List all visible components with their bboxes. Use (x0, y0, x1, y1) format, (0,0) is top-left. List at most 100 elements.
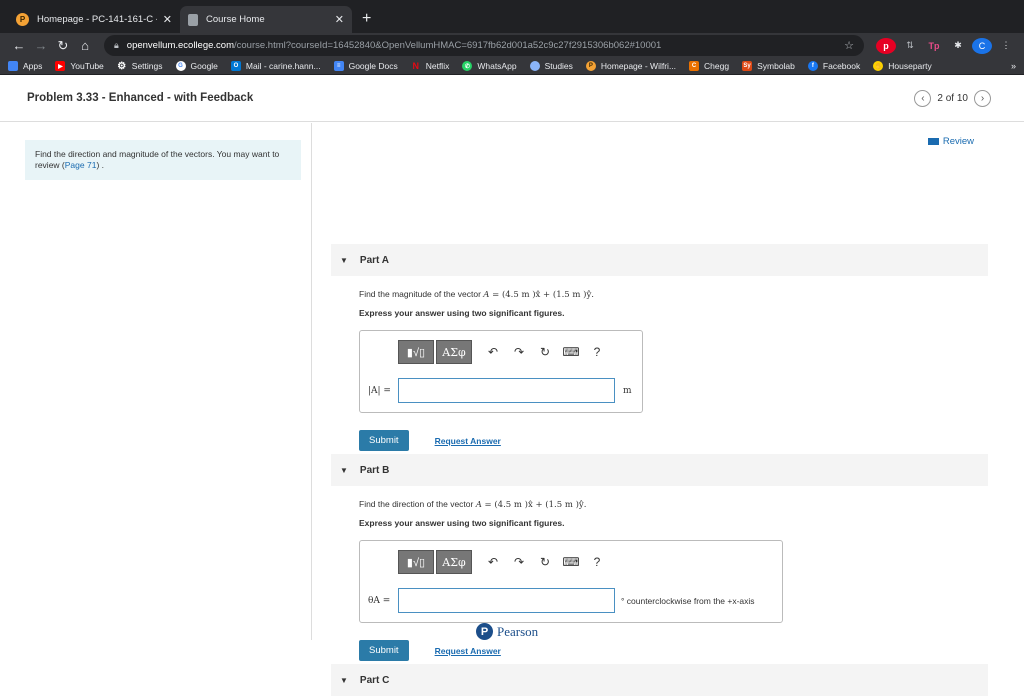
help-icon[interactable]: ? (584, 345, 610, 359)
houseparty-icon: ✋ (873, 61, 884, 71)
unit-label: m (623, 385, 632, 396)
next-problem-icon[interactable]: › (974, 89, 991, 107)
url-host: openvellum.ecollege.com (126, 40, 234, 51)
help-icon[interactable]: ? (584, 555, 610, 569)
part-b-instruction: Express your answer using two significan… (359, 518, 565, 528)
tab-title: Course Home (206, 14, 265, 25)
google-icon: G (175, 61, 186, 71)
pearson-logo: P Pearson (476, 623, 538, 640)
bookmark-facebook[interactable]: f Facebook (807, 61, 860, 71)
pinterest-extension-icon[interactable]: p (876, 37, 896, 54)
reset-icon[interactable]: ↻ (532, 345, 558, 359)
menu-kebab-icon[interactable]: ⋮ (996, 38, 1016, 54)
review-link[interactable]: Review (927, 136, 974, 147)
tab-homepage[interactable]: P Homepage - PC-141-161-C - M ✕ (8, 6, 180, 33)
previous-problem-icon[interactable]: ‹ (914, 89, 932, 107)
request-answer-link[interactable]: Request Answer (435, 646, 501, 656)
profile-avatar[interactable]: C (972, 37, 992, 54)
globe-icon (529, 61, 540, 71)
youtube-icon: ▶ (55, 61, 66, 71)
greek-symbols-button[interactable]: ΑΣφ (436, 550, 472, 574)
puzzle-extensions-icon[interactable]: ✱ (948, 38, 968, 54)
forward-icon[interactable]: → (30, 38, 52, 53)
url-bar[interactable]: 🔒︎ openvellum.ecollege.com /course.html?… (104, 35, 864, 56)
bookmark-whatsapp[interactable]: ✆ WhatsApp (462, 61, 517, 71)
part-b-answer-panel: ▮√▯ ΑΣφ ↶ ↷ ↻ ⌨ ? θA = ° counterclockwis… (359, 540, 783, 623)
request-answer-link[interactable]: Request Answer (435, 436, 501, 446)
bookmarks-overflow-icon[interactable]: » (1011, 61, 1016, 71)
bookmark-apps[interactable]: Apps (8, 61, 42, 71)
home-icon[interactable]: ⌂ (74, 38, 96, 53)
close-tab-icon[interactable]: ✕ (335, 13, 344, 26)
bookmark-studies[interactable]: Studies (529, 61, 573, 71)
close-tab-icon[interactable]: ✕ (163, 13, 172, 26)
pearson-icon: P (585, 61, 596, 71)
tab-course-home[interactable]: Course Home ✕ (180, 6, 352, 33)
url-path: /course.html?courseId=16452840&OpenVellu… (234, 40, 662, 51)
bookmark-houseparty[interactable]: ✋ Houseparty (873, 61, 932, 71)
new-tab-icon[interactable]: + (352, 10, 381, 33)
mastering-page: Problem 3.33 - Enhanced - with Feedback … (0, 75, 1024, 696)
bookmark-star-icon[interactable]: ☆ (844, 39, 854, 52)
google-docs-icon: ≡ (333, 61, 344, 71)
math-toolbar: ▮√▯ ΑΣφ ↶ ↷ ↻ ⌨ ? (398, 550, 610, 574)
tab-title: Homepage - PC-141-161-C - M (37, 14, 157, 25)
unit-label: ° counterclockwise from the +x-axis (621, 595, 755, 606)
part-a-answer-row: |A| = m (368, 378, 632, 403)
page-link[interactable]: Page 71 (65, 160, 97, 170)
parts-pane: Review ▼ Part A Find the magnitude of th… (331, 123, 988, 696)
redo-icon[interactable]: ↷ (506, 345, 532, 359)
magnitude-input[interactable] (398, 378, 615, 403)
bookmark-netflix[interactable]: N Netflix (411, 61, 449, 71)
bookmark-settings[interactable]: ⚙ Settings (117, 60, 162, 72)
part-a-instruction: Express your answer using two significan… (359, 308, 565, 318)
part-a-answer-panel: ▮√▯ ΑΣφ ↶ ↷ ↻ ⌨ ? |A| = m (359, 330, 643, 413)
part-a: ▼ Part A Find the magnitude of the vecto… (331, 244, 988, 451)
part-c-header[interactable]: ▼ Part C (331, 664, 988, 696)
facebook-icon: f (807, 61, 818, 71)
tp-extension-icon[interactable]: Tp (924, 38, 944, 54)
symbolab-icon: Sy (742, 61, 753, 71)
translate-extension-icon[interactable]: ⇅ (900, 38, 920, 54)
problem-pager: ‹ 2 of 10 › (908, 89, 997, 107)
address-row: ← → ↻ ⌂ 🔒︎ openvellum.ecollege.com /cour… (0, 33, 1024, 58)
bookmark-chegg[interactable]: C Chegg (689, 61, 729, 71)
part-b-question: Find the direction of the vector A = (4.… (359, 499, 587, 510)
bookmark-google-docs[interactable]: ≡ Google Docs (333, 61, 398, 71)
reset-icon[interactable]: ↻ (532, 555, 558, 569)
undo-icon[interactable]: ↶ (480, 345, 506, 359)
templates-button[interactable]: ▮√▯ (398, 550, 434, 574)
back-icon[interactable]: ← (8, 38, 30, 53)
submit-button[interactable]: Submit (359, 430, 409, 451)
gear-icon: ⚙ (117, 60, 127, 72)
document-favicon-icon (188, 13, 198, 26)
part-a-question: Find the magnitude of the vector A = (4.… (359, 289, 594, 300)
netflix-icon: N (412, 61, 419, 71)
bookmark-youtube[interactable]: ▶ YouTube (55, 61, 104, 71)
pager-count: 2 of 10 (937, 92, 968, 104)
collapse-triangle-icon: ▼ (340, 675, 348, 685)
part-b-header[interactable]: ▼ Part B (331, 454, 988, 486)
submit-button[interactable]: Submit (359, 640, 409, 661)
pearson-logo-icon: P (476, 623, 493, 640)
templates-button[interactable]: ▮√▯ (398, 340, 434, 364)
reload-icon[interactable]: ↻ (52, 38, 74, 54)
bookmark-symbolab[interactable]: Sy Symbolab (742, 61, 795, 71)
answer-label: |A| = (368, 385, 391, 396)
greek-symbols-button[interactable]: ΑΣφ (436, 340, 472, 364)
intro-box: Find the direction and magnitude of the … (25, 140, 301, 180)
bookmark-google[interactable]: G Google (175, 61, 218, 71)
direction-input[interactable] (398, 588, 615, 613)
bookmark-mail[interactable]: O Mail - carine.hann... (230, 61, 321, 71)
keyboard-icon[interactable]: ⌨ (558, 345, 584, 359)
lock-icon: 🔒︎ (114, 40, 119, 50)
part-c: ▼ Part C (331, 664, 988, 696)
bookmark-homepage[interactable]: P Homepage - Wilfri... (585, 61, 676, 71)
redo-icon[interactable]: ↷ (506, 555, 532, 569)
outlook-icon: O (230, 61, 241, 71)
undo-icon[interactable]: ↶ (480, 555, 506, 569)
collapse-triangle-icon: ▼ (340, 255, 348, 265)
keyboard-icon[interactable]: ⌨ (558, 555, 584, 569)
part-a-header[interactable]: ▼ Part A (331, 244, 988, 276)
pearson-favicon-icon: P (16, 13, 29, 26)
